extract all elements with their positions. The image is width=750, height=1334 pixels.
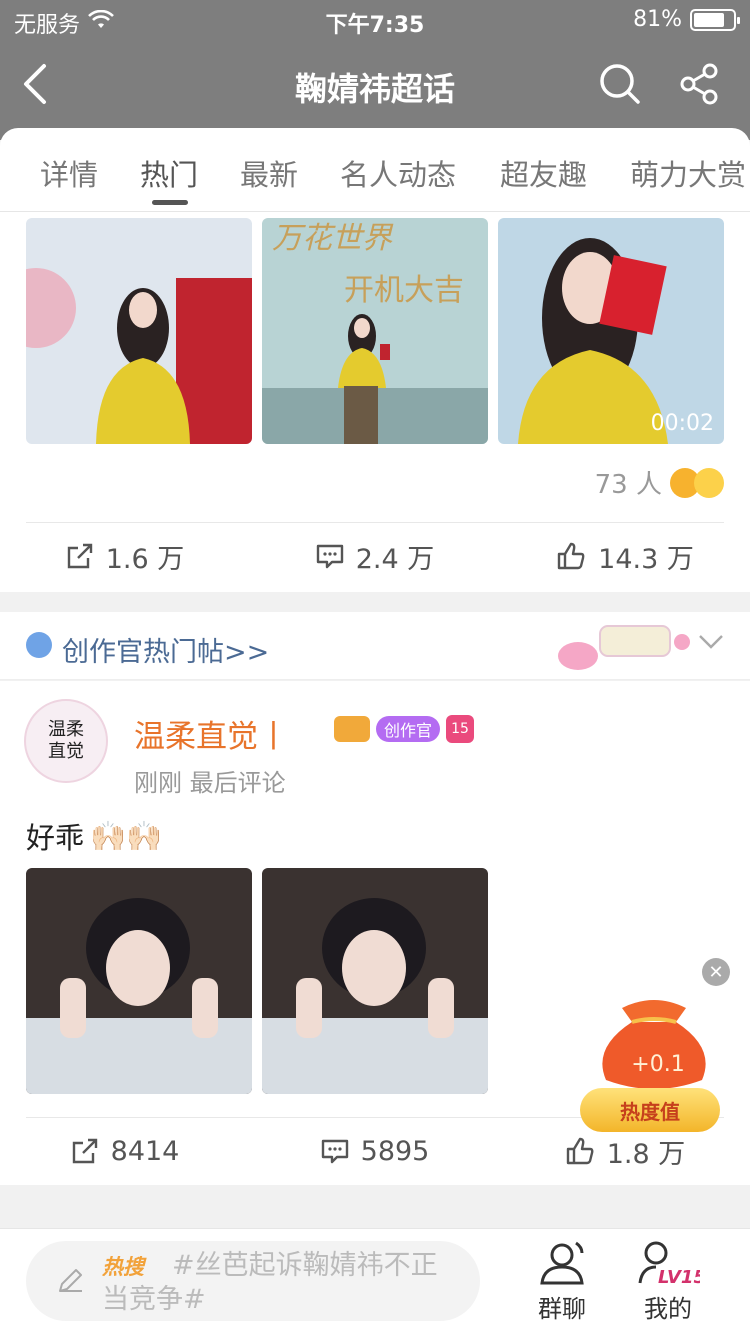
bottom-bar: 热搜 #丝芭起诉鞠婧祎不正当竞争# 群聊 LV15 我的 bbox=[0, 1228, 750, 1334]
tab-bar: 详情 热门 最新 名人动态 超友趣 萌力大赏 bbox=[0, 128, 750, 212]
raised-hands-emoji-icon: 🙌🏻🙌🏻 bbox=[90, 818, 163, 853]
reaction-count: 73 人 bbox=[594, 470, 662, 500]
post-meta: 刚刚 最后评论 bbox=[134, 769, 286, 797]
thumbs-up-icon bbox=[566, 1137, 594, 1165]
avatar[interactable]: 温柔 直觉 bbox=[24, 699, 108, 783]
repost-button[interactable]: 8414 bbox=[0, 1119, 250, 1183]
tab-cute-awards[interactable]: 萌力大赏 bbox=[630, 152, 746, 194]
crown-badge-icon bbox=[334, 716, 370, 742]
grin-emoji-icon bbox=[694, 467, 724, 498]
search-icon[interactable] bbox=[598, 62, 642, 106]
close-icon[interactable]: ✕ bbox=[702, 958, 730, 986]
tab-latest[interactable]: 最新 bbox=[240, 152, 298, 194]
creator-badge-icon bbox=[26, 632, 52, 658]
chevron-down-icon[interactable] bbox=[698, 634, 724, 650]
tab-super-fun[interactable]: 超友趣 bbox=[500, 152, 587, 194]
tab-celebrity-updates[interactable]: 名人动态 bbox=[340, 152, 456, 194]
post-card: 万花世界 开机大吉 00:02 73 人 1.6 万 2.4 万 14.3 万 bbox=[0, 212, 750, 592]
group-chat-label: 群聊 bbox=[538, 1295, 586, 1323]
creator-hot-posts-bar[interactable]: 创作官热门帖>> bbox=[0, 612, 750, 680]
creator-badge: 创作官 bbox=[376, 716, 441, 742]
user-level: LV15 bbox=[658, 1267, 700, 1287]
post-text-content: 好乖 bbox=[26, 821, 85, 855]
tab-details[interactable]: 详情 bbox=[40, 152, 98, 194]
level-badge: 15 bbox=[446, 715, 475, 743]
comment-icon bbox=[316, 544, 343, 569]
reaction-summary[interactable]: 73 人 bbox=[595, 464, 724, 501]
like-button[interactable]: 14.3 万 bbox=[500, 524, 750, 588]
repost-icon bbox=[72, 1138, 97, 1164]
active-tab-indicator bbox=[152, 200, 188, 205]
group-chat-button[interactable]: 群聊 bbox=[522, 1237, 602, 1324]
profile-icon: LV15 bbox=[638, 1241, 700, 1287]
group-chat-icon bbox=[540, 1241, 584, 1285]
avatar-text-line1: 温柔 bbox=[48, 719, 84, 740]
repost-count: 1.6 万 bbox=[105, 543, 185, 575]
cat-sofa-decoration-icon bbox=[558, 625, 690, 670]
nav-bar: 鞠婧祎超话 bbox=[0, 44, 750, 124]
like-count: 14.3 万 bbox=[598, 543, 694, 575]
video-duration: 00:02 bbox=[650, 411, 714, 436]
username[interactable]: 温柔直觉丨 bbox=[134, 711, 289, 756]
thumbs-up-icon bbox=[557, 542, 585, 570]
pencil-icon bbox=[59, 1269, 82, 1292]
divider bbox=[26, 522, 724, 523]
mine-button[interactable]: LV15 我的 bbox=[628, 1237, 708, 1324]
post-image-2[interactable] bbox=[262, 868, 488, 1094]
tab-hot[interactable]: 热门 bbox=[140, 152, 198, 194]
creator-hot-posts-link[interactable]: 创作官热门帖>> bbox=[62, 630, 269, 669]
avatar-text-line2: 直觉 bbox=[48, 741, 84, 762]
comment-button[interactable]: 5895 bbox=[250, 1119, 500, 1183]
post-image-2[interactable]: 万花世界 开机大吉 bbox=[262, 218, 488, 444]
post-text[interactable]: 好乖 🙌🏻🙌🏻 bbox=[26, 815, 162, 857]
heat-value-button[interactable]: 热度值 bbox=[580, 1088, 720, 1132]
hot-search-topic: #丝芭起诉鞠婧祎不正当竞争# bbox=[102, 1250, 438, 1315]
repost-icon bbox=[67, 543, 92, 569]
user-badges: 创作官 15 bbox=[334, 715, 475, 743]
action-bar: 1.6 万 2.4 万 14.3 万 bbox=[0, 524, 750, 588]
post-image-1[interactable] bbox=[26, 868, 252, 1094]
mine-label: 我的 bbox=[644, 1295, 692, 1323]
comment-button[interactable]: 2.4 万 bbox=[250, 524, 500, 588]
battery-percent: 81% bbox=[633, 7, 682, 32]
repost-count: 8414 bbox=[110, 1135, 180, 1167]
banner-text-1: 万花世界 bbox=[272, 221, 394, 256]
comment-icon bbox=[321, 1139, 348, 1164]
share-icon[interactable] bbox=[678, 62, 722, 106]
banner-text-2: 开机大吉 bbox=[344, 273, 464, 308]
compose-input[interactable]: 热搜 #丝芭起诉鞠婧祎不正当竞争# bbox=[26, 1241, 480, 1321]
heat-increment: +0.1 bbox=[631, 1052, 685, 1077]
repost-button[interactable]: 1.6 万 bbox=[0, 524, 250, 588]
battery-icon bbox=[690, 8, 740, 31]
post-image-1[interactable] bbox=[26, 218, 252, 444]
post-video-thumbnail[interactable]: 00:02 bbox=[498, 218, 724, 444]
status-bar: 无服务 下午7:35 81% bbox=[0, 0, 750, 40]
heat-value-widget[interactable]: ✕ +0.1 热度值 bbox=[578, 958, 738, 1138]
comment-count: 2.4 万 bbox=[355, 543, 435, 575]
comment-count: 5895 bbox=[360, 1135, 430, 1167]
